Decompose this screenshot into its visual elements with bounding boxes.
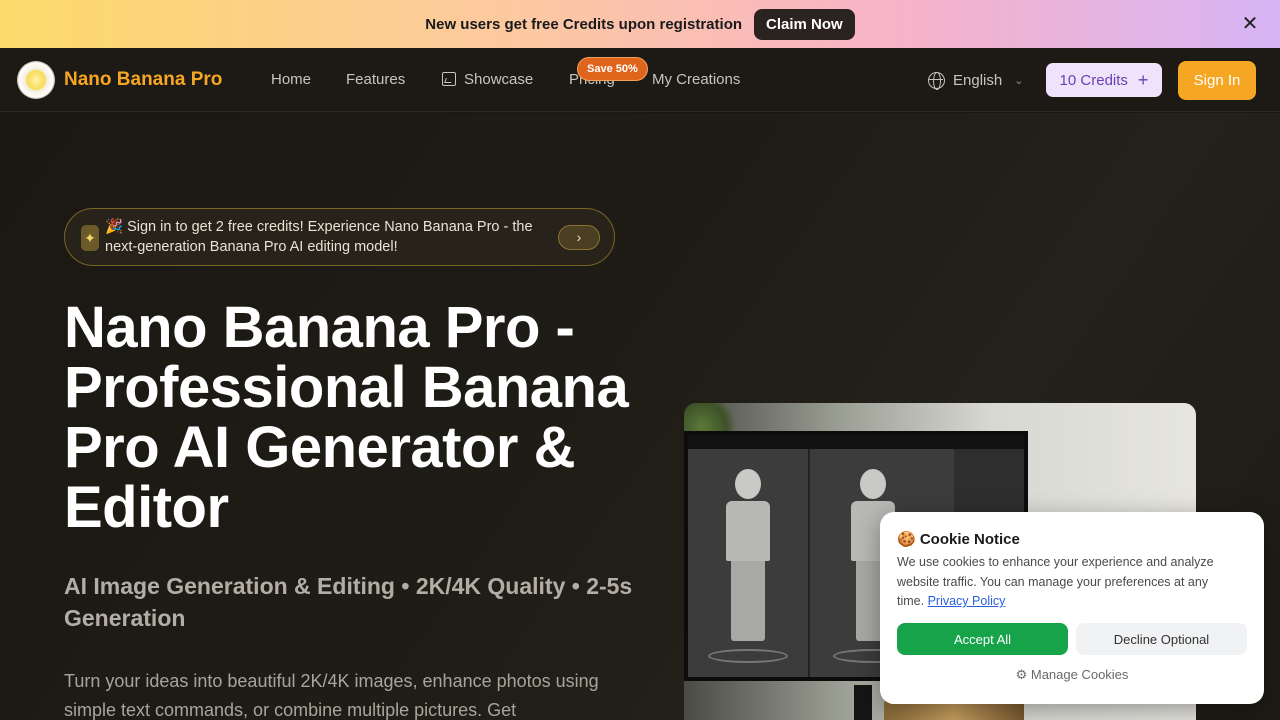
promo-text: New users get free Credits upon registra… (425, 15, 743, 33)
gear-icon: ⚙ (1015, 667, 1028, 682)
cookie-body: We use cookies to enhance your experienc… (897, 553, 1237, 612)
accept-all-button[interactable]: Accept All (897, 623, 1068, 655)
nav-showcase[interactable]: Showcase (442, 71, 533, 88)
manage-cookies-link[interactable]: ⚙ Manage Cookies (880, 667, 1264, 683)
globe-icon (928, 71, 945, 90)
decline-optional-button[interactable]: Decline Optional (1076, 623, 1247, 655)
credits-label: 10 Credits (1059, 71, 1128, 89)
privacy-policy-link[interactable]: Privacy Policy (928, 594, 1006, 608)
cookie-title: 🍪 Cookie Notice (897, 531, 1020, 548)
close-icon[interactable]: ✕ (1238, 12, 1262, 36)
hero-description: Turn your ideas into beautiful 2K/4K ima… (64, 671, 599, 720)
nav-features[interactable]: Features (346, 71, 405, 88)
language-selector[interactable]: English ⌄ (918, 62, 1036, 98)
announcement-bar[interactable]: ✦ 🎉 Sign in to get 2 free credits! Exper… (64, 208, 615, 266)
chevron-down-icon: ⌄ (1014, 74, 1024, 87)
brand-name: Nano Banana Pro (64, 69, 223, 90)
nav-home[interactable]: Home (271, 71, 311, 88)
announcement-text: 🎉 Sign in to get 2 free credits! Experie… (105, 219, 533, 255)
cookie-notice: 🍪 Cookie Notice We use cookies to enhanc… (880, 512, 1264, 704)
brand-logo[interactable]: Nano Banana Pro (18, 62, 222, 98)
credits-button[interactable]: 10 Credits + (1046, 63, 1162, 97)
language-label: English (953, 71, 1003, 89)
promo-banner: New users get free Credits upon registra… (0, 0, 1280, 48)
character-model-front (723, 469, 773, 649)
save-badge: Save 50% (577, 57, 648, 81)
hero-title: Nano Banana Pro - Professional Banana Pr… (64, 295, 629, 540)
chevron-right-icon[interactable]: › (558, 225, 600, 250)
manage-cookies-label: Manage Cookies (1030, 667, 1129, 682)
hero-subtitle: AI Image Generation & Editing • 2K/4K Qu… (64, 573, 633, 631)
claim-now-button[interactable]: Claim Now (754, 8, 855, 40)
logo-icon (18, 62, 54, 98)
nav-my-creations[interactable]: My Creations (652, 71, 740, 88)
sign-in-button[interactable]: Sign In (1178, 61, 1256, 100)
sparkle-icon: ✦ (81, 225, 99, 251)
plus-icon: + (1137, 70, 1149, 90)
nav-showcase-label: Showcase (464, 71, 534, 88)
showcase-icon (442, 72, 456, 86)
